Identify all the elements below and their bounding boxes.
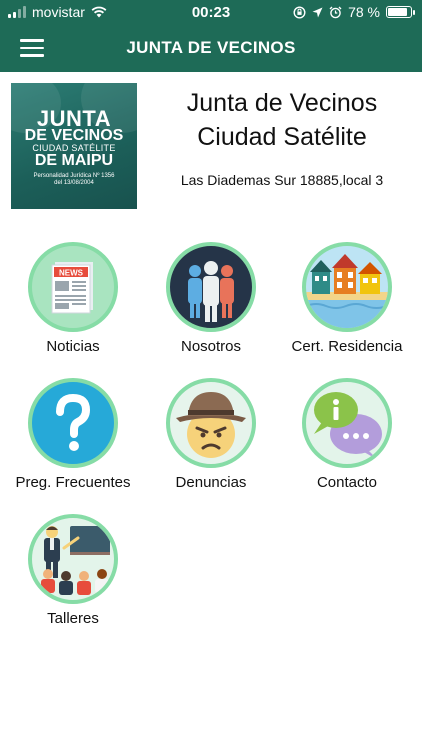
people-group-icon [166, 242, 256, 332]
menu-item-talleres[interactable]: Talleres [4, 514, 142, 634]
menu-item-label: Contacto [316, 474, 378, 491]
menu-item-cert-residencia[interactable]: Cert. Residencia [278, 242, 416, 362]
nav-bar: JUNTA DE VECINOS [0, 24, 422, 72]
organization-logo: JUNTA DE VECINOS CIUDAD SATÉLITE DE MAIP… [11, 83, 137, 209]
menu-item-label: Nosotros [180, 338, 242, 355]
question-mark-icon [28, 378, 118, 468]
menu-item-label: Talleres [47, 610, 99, 627]
angry-detective-icon [166, 378, 256, 468]
newspaper-icon: NEWS [28, 242, 118, 332]
houses-icon [302, 242, 392, 332]
menu-item-preg-frecuentes[interactable]: Preg. Frecuentes [4, 378, 142, 498]
menu-item-noticias[interactable]: NEWS Noticias [4, 242, 142, 362]
battery-percent: 78 % [348, 4, 380, 20]
header: JUNTA DE VECINOS CIUDAD SATÉLITE DE MAIP… [0, 72, 422, 222]
svg-text:NEWS: NEWS [59, 269, 84, 278]
menu-item-label: Noticias [46, 338, 100, 355]
logo-line-4: DE MAIPU [34, 152, 114, 169]
battery-icon [386, 6, 415, 18]
status-right: 78 % [293, 4, 415, 20]
classroom-teacher-icon [28, 514, 118, 604]
status-bar: movistar 00:23 78 % [0, 0, 422, 24]
organization-title-line-2: Ciudad Satélite [197, 123, 367, 151]
menu-item-label: Preg. Frecuentes [15, 474, 131, 491]
alarm-clock-icon [329, 6, 342, 18]
organization-address: Las Diademas Sur 18885,local 3 [180, 172, 384, 188]
menu-item-nosotros[interactable]: Nosotros [142, 242, 280, 362]
menu-item-contacto[interactable]: Contacto [278, 378, 416, 498]
logo-line-5b: del 13/08/2004 [54, 180, 94, 186]
logo-line-5a: Personalidad Jurídica Nº 1356 [33, 173, 115, 179]
menu-item-label: Denuncias [175, 474, 247, 491]
chat-bubbles-icon [302, 378, 392, 468]
menu-item-denuncias[interactable]: Denuncias [142, 378, 280, 498]
organization-title: Junta de Vecinos Ciudad Satélite [148, 86, 416, 154]
nav-title: JUNTA DE VECINOS [126, 38, 296, 57]
rotation-lock-icon [293, 5, 306, 19]
location-arrow-icon [312, 7, 323, 17]
menu-item-label: Cert. Residencia [291, 338, 403, 355]
organization-title-line-1: Junta de Vecinos [186, 89, 378, 117]
battery-fill [388, 8, 407, 16]
